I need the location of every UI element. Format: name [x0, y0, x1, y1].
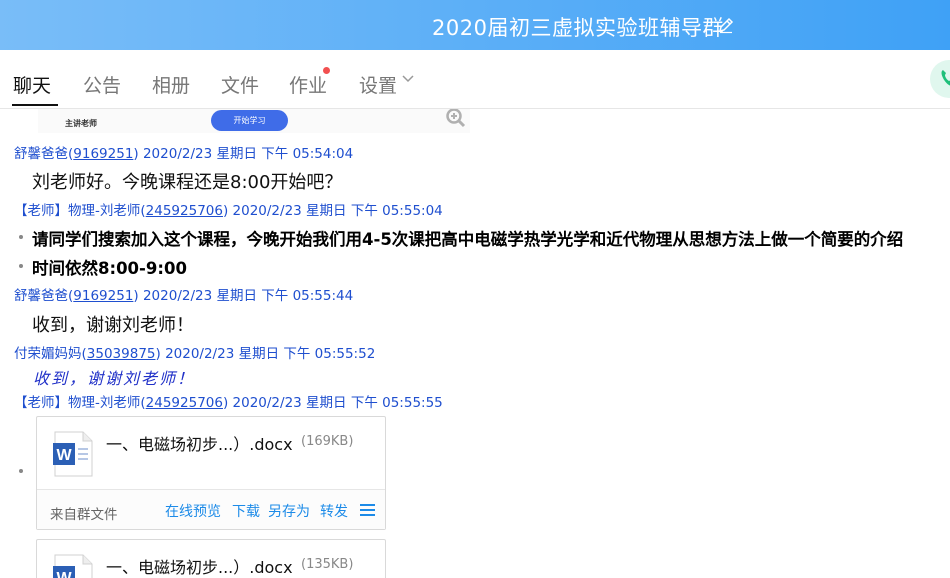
chat-area[interactable]: 主讲老师 开始学习 舒馨爸爸(9169251) 2020/2/23 星期日 下午…	[0, 109, 950, 578]
tab-homework[interactable]: 作业	[289, 71, 327, 98]
active-tab-underline	[12, 104, 58, 106]
sender-id-link[interactable]: 9169251	[73, 146, 133, 162]
file-size: (169KB)	[301, 434, 354, 449]
message-text-line: 时间依然8:00-9:00	[32, 259, 187, 278]
title-bar: 2020届初三虚拟实验班辅导群	[0, 0, 950, 50]
tab-album[interactable]: 相册	[152, 71, 190, 98]
bullet-dot	[19, 264, 23, 268]
sender-id-link[interactable]: 35039875	[87, 346, 156, 362]
edit-pencil-icon[interactable]	[717, 16, 735, 34]
preview-online-link[interactable]: 在线预览	[165, 501, 221, 521]
tab-settings[interactable]: 设置	[359, 71, 397, 98]
sender-id-link[interactable]: 9169251	[73, 288, 133, 304]
word-document-icon: W	[53, 431, 93, 477]
message-time: 2020/2/23 星期日 下午 05:55:55	[232, 395, 443, 411]
message-time: 2020/2/23 星期日 下午 05:55:52	[165, 346, 376, 362]
sender-name[interactable]: 【老师】物理-刘老师	[14, 395, 140, 411]
file-card[interactable]: W 一、电磁场初步...）.docx (169KB) 来自群文件 在线预览 下载…	[36, 416, 386, 530]
tab-files[interactable]: 文件	[221, 71, 259, 98]
message-header: 舒馨爸爸(9169251) 2020/2/23 星期日 下午 05:54:04	[14, 146, 354, 162]
message-text: 收到，谢谢刘老师！	[32, 315, 194, 336]
download-link[interactable]: 下载	[232, 501, 260, 521]
menu-icon[interactable]	[360, 504, 375, 516]
svg-text:W: W	[56, 447, 72, 464]
message-header: 付荣媚妈妈(35039875) 2020/2/23 星期日 下午 05:55:5…	[14, 346, 376, 362]
tab-announcement[interactable]: 公告	[83, 71, 121, 98]
phone-icon[interactable]	[939, 68, 950, 88]
tab-chat[interactable]: 聊天	[13, 71, 51, 98]
svg-text:W: W	[56, 570, 72, 578]
file-card[interactable]: W 一、电磁场初步...）.docx (135KB)	[36, 539, 386, 578]
message-text-handwritten: 收到，谢谢刘老师！	[33, 369, 196, 388]
sender-name[interactable]: 付荣媚妈妈	[14, 346, 82, 362]
bullet-dot	[19, 469, 23, 473]
message-text: 刘老师好。今晚课程还是8:00开始吧？	[32, 172, 343, 193]
zoom-in-icon[interactable]	[445, 109, 467, 129]
tab-bar	[0, 50, 950, 109]
bullet-dot	[19, 235, 23, 239]
message-time: 2020/2/23 星期日 下午 05:54:04	[142, 146, 354, 162]
word-document-icon: W	[53, 554, 93, 578]
sender-name[interactable]: 舒馨爸爸	[14, 146, 68, 162]
message-header: 【老师】物理-刘老师(245925706) 2020/2/23 星期日 下午 0…	[14, 203, 443, 219]
message-time: 2020/2/23 星期日 下午 05:55:44	[142, 288, 354, 304]
file-size: (135KB)	[301, 557, 354, 572]
file-name[interactable]: 一、电磁场初步...）.docx	[106, 554, 293, 578]
sender-id-link[interactable]: 245925706	[146, 395, 223, 411]
file-name[interactable]: 一、电磁场初步...）.docx	[106, 431, 293, 455]
image-teacher-label: 主讲老师	[65, 119, 97, 128]
sender-name[interactable]: 【老师】物理-刘老师	[14, 203, 140, 219]
image-start-button: 开始学习	[211, 110, 288, 131]
message-header: 【老师】物理-刘老师(245925706) 2020/2/23 星期日 下午 0…	[14, 395, 443, 411]
message-header: 舒馨爸爸(9169251) 2020/2/23 星期日 下午 05:55:44	[14, 288, 354, 304]
homework-notification-dot	[323, 67, 330, 74]
shared-image-preview[interactable]: 主讲老师 开始学习	[38, 109, 470, 133]
file-source-label: 来自群文件	[50, 507, 118, 523]
forward-link[interactable]: 转发	[320, 501, 348, 521]
message-time: 2020/2/23 星期日 下午 05:55:04	[232, 203, 443, 219]
message-text-line: 请同学们搜索加入这个课程，今晚开始我们用4-5次课把高中电磁学热学光学和近代物理…	[32, 230, 904, 249]
sender-id-link[interactable]: 245925706	[146, 203, 223, 219]
file-card-footer: 来自群文件 在线预览 下载 另存为 转发	[37, 490, 385, 529]
group-title: 2020届初三虚拟实验班辅导群	[432, 16, 724, 40]
save-as-link[interactable]: 另存为	[268, 501, 310, 521]
chevron-down-icon[interactable]	[402, 75, 414, 83]
sender-name[interactable]: 舒馨爸爸	[14, 288, 68, 304]
